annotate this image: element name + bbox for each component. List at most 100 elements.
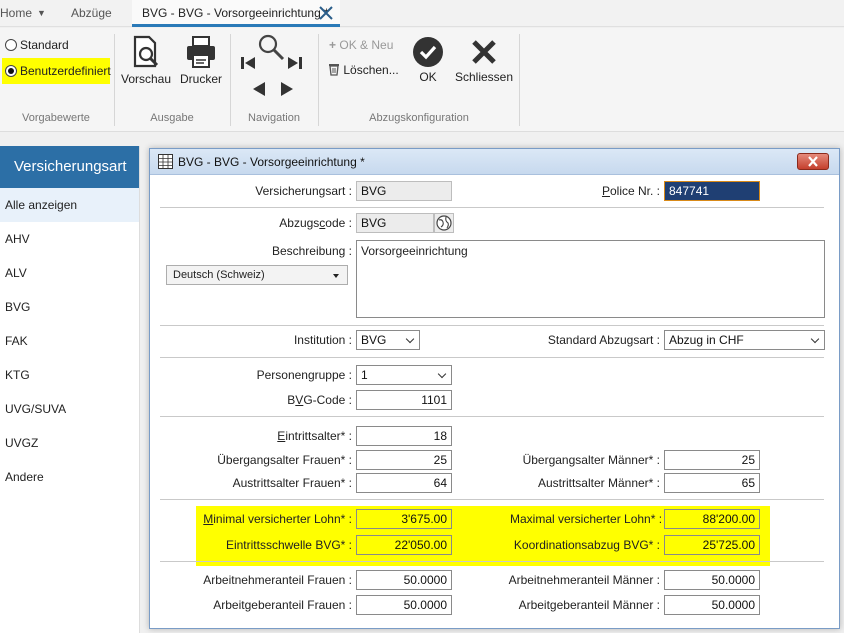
beschreibung-textarea[interactable]: Vorsorgeeinrichtung (356, 240, 825, 318)
institution-select[interactable]: BVG (356, 330, 420, 350)
sidebar-item-bvg[interactable]: BVG (0, 290, 139, 324)
an-frauen-label: Arbeitnehmeranteil Frauen : (203, 573, 352, 587)
austrittsalter-maenner-label: Austrittsalter Männer* : (537, 476, 660, 490)
austrittsalter-frauen-label: Austrittsalter Frauen* : (232, 476, 352, 490)
maximal-lohn-label: Maximal versicherter Lohn* : (510, 512, 663, 526)
minimal-lohn-input[interactable]: 3'675.00 (356, 509, 452, 529)
dialog-close-button[interactable] (797, 153, 829, 170)
group-label-navigation: Navigation (248, 112, 300, 124)
koordinationsabzug-input[interactable]: 25'725.00 (664, 535, 760, 555)
sidebar-item-ahv[interactable]: AHV (0, 222, 139, 256)
close-tab-icon[interactable] (317, 4, 335, 22)
eintrittsschwelle-input[interactable]: 22'050.00 (356, 535, 452, 555)
standard-abzugsart-select[interactable]: Abzug in CHF (664, 330, 825, 350)
vorschau-button[interactable]: Vorschau (121, 34, 171, 86)
ribbon-separator (318, 34, 319, 126)
search-icon[interactable] (256, 32, 286, 62)
an-frauen-input[interactable]: 50.0000 (356, 570, 452, 590)
sidebar-item-alle-anzeigen[interactable]: Alle anzeigen (0, 188, 139, 222)
austrittsalter-maenner-input[interactable]: 65 (664, 473, 760, 493)
eintrittsalter-input[interactable]: 18 (356, 426, 452, 446)
vorschau-label: Vorschau (121, 72, 172, 86)
uebergangsalter-maenner-label: Übergangsalter Männer* : (522, 453, 660, 467)
sidebar-item-uvgz[interactable]: UVGZ (0, 426, 139, 460)
divider (160, 357, 824, 358)
radio-benutzerdefiniert[interactable]: Benutzerdefiniert (2, 58, 111, 84)
printer-icon (187, 36, 215, 68)
tab-active[interactable]: BVG - BVG - Vorsorgeeinrichtung * (132, 0, 340, 27)
table-icon (158, 154, 173, 169)
divider (160, 416, 824, 417)
maximal-lohn-input[interactable]: 88'200.00 (664, 509, 760, 529)
plus-icon: + (329, 38, 337, 52)
tab-bar: Home ▼ Abzüge BVG - BVG - Vorsorgeeinric… (0, 0, 844, 27)
close-icon (472, 40, 496, 64)
abzugscode-label: Abzugscode : (279, 216, 352, 230)
austrittsalter-frauen-input[interactable]: 64 (356, 473, 452, 493)
group-label-abzugskonfiguration: Abzugskonfiguration (369, 112, 469, 124)
tab-home[interactable]: Home (0, 0, 32, 27)
close-icon (808, 156, 818, 167)
first-record-icon[interactable] (240, 55, 256, 71)
ok-neu-label: OK & Neu (339, 38, 394, 52)
eintrittsschwelle-label: Eintrittsschwelle BVG* : (225, 538, 352, 552)
group-label-ausgabe: Ausgabe (150, 112, 194, 124)
ok-neu-button[interactable]: + OK & Neu (329, 36, 393, 54)
ribbon-separator (230, 34, 231, 126)
divider (160, 561, 824, 562)
bvg-code-label: BVG-Code : (287, 393, 352, 407)
next-record-icon[interactable] (279, 81, 295, 97)
versicherungsart-field: BVG (356, 181, 452, 201)
ag-frauen-label: Arbeitgeberanteil Frauen : (213, 598, 352, 612)
uebergangsalter-maenner-input[interactable]: 25 (664, 450, 760, 470)
institution-label: Institution : (293, 333, 352, 347)
minimal-lohn-label: Minimal versicherter Lohn* : (203, 512, 352, 526)
standard-abzugsart-label: Standard Abzugsart : (547, 333, 660, 347)
schliessen-label: Schliessen (455, 70, 514, 84)
bvg-code-input[interactable]: 1101 (356, 390, 452, 410)
previous-record-icon[interactable] (251, 81, 267, 97)
police-label: Police Nr. : (601, 184, 660, 198)
personengruppe-label: Personengruppe : (256, 368, 352, 382)
an-maenner-input[interactable]: 50.0000 (664, 570, 760, 590)
versicherungsart-label: Versicherungsart : (255, 184, 352, 198)
globe-icon (436, 215, 452, 231)
ok-button[interactable]: OK (410, 36, 446, 84)
sidebar-item-andere[interactable]: Andere (0, 460, 139, 494)
an-maenner-label: Arbeitnehmeranteil Männer : (508, 573, 660, 587)
personengruppe-select[interactable]: 1 (356, 365, 452, 385)
radio-standard[interactable]: Standard (2, 35, 82, 55)
sidebar-item-alv[interactable]: ALV (0, 256, 139, 290)
uebergangsalter-frauen-input[interactable]: 25 (356, 450, 452, 470)
sidebar-item-fak[interactable]: FAK (0, 324, 139, 358)
tab-abzuege[interactable]: Abzüge (71, 0, 116, 27)
beschreibung-label: Beschreibung : (271, 244, 352, 258)
globe-button[interactable] (434, 213, 454, 233)
tab-dropdown-icon[interactable]: ▼ (37, 0, 46, 27)
uebergangsalter-frauen-label: Übergangsalter Frauen* : (217, 453, 352, 467)
ribbon-separator (114, 34, 115, 126)
divider (160, 325, 824, 326)
sidebar-item-uvg-suva[interactable]: UVG/SUVA (0, 392, 139, 426)
radio-standard-dot (5, 39, 17, 51)
police-input[interactable]: 847741 (664, 181, 760, 201)
ribbon-separator (519, 34, 520, 126)
trash-icon (329, 64, 339, 76)
ag-frauen-input[interactable]: 50.0000 (356, 595, 452, 615)
ok-label: OK (419, 70, 437, 84)
group-label-vorgabewerte: Vorgabewerte (22, 112, 90, 124)
last-record-icon[interactable] (287, 55, 303, 71)
divider (160, 499, 824, 500)
sidebar-item-ktg[interactable]: KTG (0, 358, 139, 392)
loeschen-button[interactable]: Löschen... (328, 61, 399, 79)
dialog-title: BVG - BVG - Vorsorgeeinrichtung * (178, 155, 365, 169)
schliessen-button[interactable]: Schliessen (455, 36, 513, 84)
language-dropdown[interactable]: Deutsch (Schweiz) (166, 265, 348, 285)
drucker-button[interactable]: Drucker (178, 34, 224, 86)
ag-maenner-input[interactable]: 50.0000 (664, 595, 760, 615)
tab-active-label: BVG - BVG - Vorsorgeeinrichtung * (142, 6, 329, 20)
preview-icon (133, 35, 159, 68)
ribbon: Standard Benutzerdefiniert Vorgabewerte … (0, 28, 844, 132)
dialog: BVG - BVG - Vorsorgeeinrichtung * Versic… (149, 148, 840, 629)
radio-benutzerdefiniert-label: Benutzerdefiniert (20, 64, 111, 78)
